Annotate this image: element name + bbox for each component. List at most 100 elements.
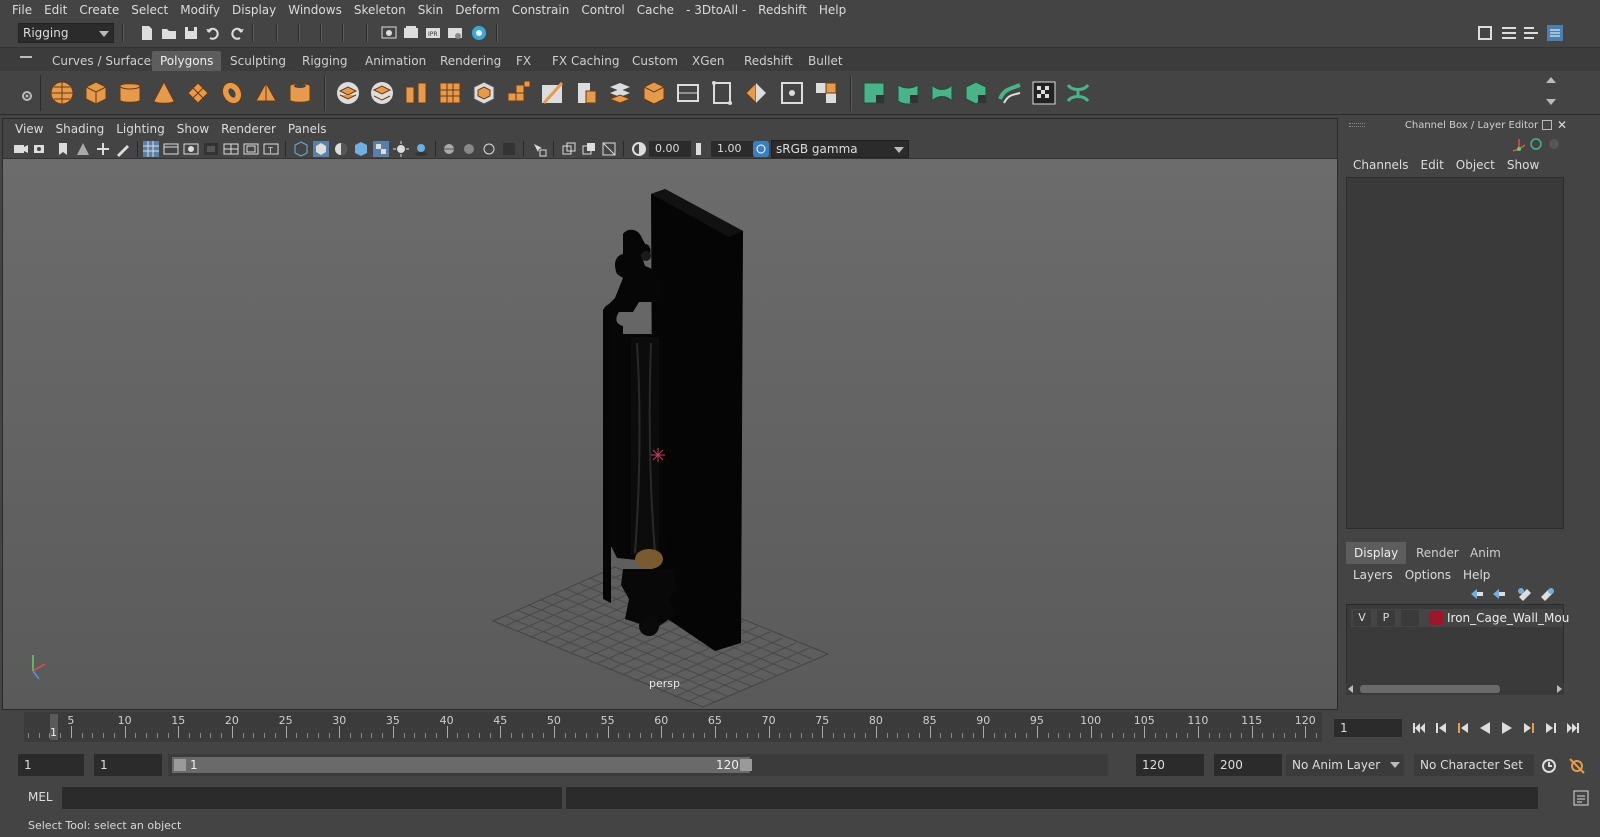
menu-help[interactable]: Help <box>813 3 852 17</box>
tab-render[interactable]: Render <box>1408 542 1467 564</box>
3d-viewport[interactable]: persp <box>3 159 1337 709</box>
poly-cylinder-icon[interactable] <box>116 79 144 107</box>
triangulate-icon[interactable] <box>708 79 736 107</box>
grease-pencil-icon[interactable] <box>115 141 131 157</box>
go-to-end-icon[interactable] <box>1564 719 1582 737</box>
menu-edit[interactable]: Edit <box>38 3 73 17</box>
menu-display[interactable]: Display <box>226 3 282 17</box>
menu-deform[interactable]: Deform <box>449 3 506 17</box>
play-forwards-icon[interactable] <box>1498 719 1516 737</box>
shelf-scroll-up-icon[interactable] <box>1546 77 1556 83</box>
screen-space-ao-icon[interactable] <box>441 141 457 157</box>
range-slider-bar[interactable] <box>172 757 750 773</box>
layer-visibility-toggle[interactable]: V <box>1353 610 1371 626</box>
range-start-handle[interactable] <box>174 759 186 771</box>
playback-start-field[interactable]: 1 <box>94 754 162 776</box>
film-gate-icon[interactable] <box>163 141 179 157</box>
field-chart-icon[interactable] <box>223 141 239 157</box>
current-frame-field[interactable]: 1 <box>1334 719 1402 737</box>
tab-sculpting[interactable]: Sculpting <box>222 51 294 72</box>
poly-plane-icon[interactable] <box>184 79 212 107</box>
le-menu-layers[interactable]: Layers <box>1347 568 1399 582</box>
menu-create[interactable]: Create <box>73 3 125 17</box>
exposure-field[interactable]: 0.00 <box>649 141 691 157</box>
tab-custom[interactable]: Custom <box>624 51 686 72</box>
gate-mask-icon[interactable] <box>203 141 219 157</box>
tab-xgen[interactable]: XGen <box>684 51 733 72</box>
new-layer-icon[interactable] <box>1517 587 1533 601</box>
extrude-icon[interactable] <box>402 79 430 107</box>
tab-anim[interactable]: Anim <box>1462 542 1509 564</box>
vp-menu-panels[interactable]: Panels <box>282 122 333 136</box>
cb-menu-channels[interactable]: Channels <box>1347 158 1415 172</box>
uv-editor-icon[interactable] <box>812 79 840 107</box>
poly-cone-icon[interactable] <box>150 79 178 107</box>
auto-key-icon[interactable] <box>1540 757 1558 775</box>
script-language-toggle[interactable]: MEL <box>28 790 53 804</box>
play-backwards-icon[interactable] <box>1476 719 1494 737</box>
command-input[interactable] <box>62 787 562 809</box>
safe-title-icon[interactable]: T <box>263 141 279 157</box>
render-settings-icon[interactable] <box>446 24 464 42</box>
step-forward-key-icon[interactable] <box>1542 719 1560 737</box>
character-set-dropdown[interactable]: No Character Set <box>1414 754 1534 776</box>
poly-torus-icon[interactable] <box>218 79 246 107</box>
menu-select[interactable]: Select <box>125 3 174 17</box>
resolution-gate-icon[interactable] <box>183 141 199 157</box>
layer-name[interactable]: Iron_Cage_Wall_Mount_ <box>1447 609 1569 627</box>
menu-file[interactable]: File <box>6 3 38 17</box>
playback-end-field[interactable]: 120 <box>1136 754 1204 776</box>
smooth-shade-icon[interactable] <box>313 141 329 157</box>
menu-redshift[interactable]: Redshift <box>752 3 813 17</box>
scrollbar-thumb[interactable] <box>1360 685 1500 693</box>
manipulator-icon[interactable] <box>1511 137 1527 153</box>
layer-display-type-toggle[interactable] <box>1401 610 1419 626</box>
camera-attributes-icon[interactable] <box>33 141 49 157</box>
cb-menu-object[interactable]: Object <box>1450 158 1501 172</box>
move-layer-down-icon[interactable] <box>1491 587 1507 601</box>
xray-icon[interactable] <box>561 141 577 157</box>
gamma-icon[interactable] <box>693 141 709 157</box>
bevel-icon[interactable] <box>470 79 498 107</box>
tab-fx[interactable]: FX <box>508 51 539 72</box>
tab-animation[interactable]: Animation <box>357 51 434 72</box>
tab-curves-surfaces[interactable]: Curves / Surfaces <box>44 51 165 72</box>
vp-menu-show[interactable]: Show <box>171 122 215 136</box>
tab-rigging[interactable]: Rigging <box>294 51 355 72</box>
uv-layout-icon[interactable] <box>1064 79 1092 107</box>
tool-settings-icon[interactable] <box>1522 24 1540 42</box>
shelf-menu-icon[interactable] <box>20 56 32 58</box>
wireframe-icon[interactable] <box>293 141 309 157</box>
poly-pipe-icon[interactable] <box>286 79 314 107</box>
mirror-icon[interactable] <box>742 79 770 107</box>
default-material-icon[interactable] <box>333 141 349 157</box>
tab-redshift[interactable]: Redshift <box>736 51 801 72</box>
step-back-key-icon[interactable] <box>1432 719 1450 737</box>
menu-control[interactable]: Control <box>575 3 630 17</box>
attribute-editor-icon[interactable] <box>1500 24 1518 42</box>
channel-box-icon[interactable] <box>1546 24 1564 42</box>
xray-joints-icon[interactable] <box>581 141 597 157</box>
motion-blur-icon[interactable] <box>461 141 477 157</box>
render-view-icon[interactable] <box>380 24 398 42</box>
animation-preferences-icon[interactable] <box>1568 757 1586 775</box>
speed-icon[interactable] <box>1529 137 1543 151</box>
bookmark-icon[interactable] <box>55 141 71 157</box>
vp-menu-renderer[interactable]: Renderer <box>215 122 282 136</box>
animation-end-field[interactable]: 200 <box>1214 754 1282 776</box>
uv-automatic-icon[interactable] <box>962 79 990 107</box>
bridge-icon[interactable] <box>436 79 464 107</box>
tab-display[interactable]: Display <box>1346 542 1407 564</box>
append-polygon-icon[interactable] <box>504 79 532 107</box>
safe-action-icon[interactable] <box>243 141 259 157</box>
render-frame-icon[interactable] <box>402 24 420 42</box>
channel-box-area[interactable] <box>1346 177 1564 529</box>
insert-edge-loop-icon[interactable] <box>572 79 600 107</box>
multi-cut-icon[interactable] <box>538 79 566 107</box>
merge-icon[interactable] <box>606 79 634 107</box>
scroll-left-icon[interactable] <box>1348 685 1353 693</box>
go-to-start-icon[interactable] <box>1410 719 1428 737</box>
gear-icon[interactable] <box>20 89 34 103</box>
step-forward-frame-icon[interactable] <box>1520 719 1538 737</box>
float-panel-icon[interactable] <box>1542 120 1552 130</box>
